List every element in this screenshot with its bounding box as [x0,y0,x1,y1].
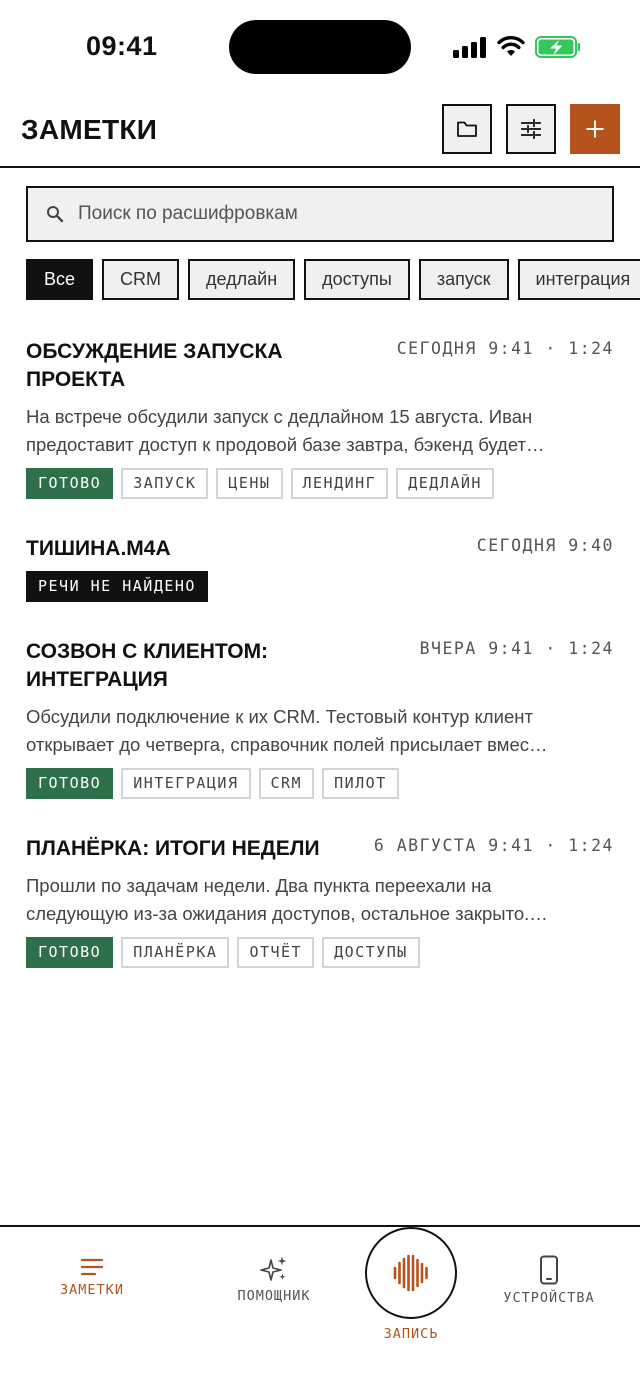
tab-devices[interactable]: УСТРОЙСТВА [498,1255,600,1306]
filter-chip-access[interactable]: доступы [304,259,410,300]
note-title: СОЗВОН С КЛИЕНТОМ: ИНТЕГРАЦИЯ [26,638,268,694]
note-title: ПЛАНЁРКА: ИТОГИ НЕДЕЛИ [26,835,320,863]
status-badge: РЕЧИ НЕ НАЙДЕНО [26,571,208,602]
tab-devices-label: УСТРОЙСТВА [503,1290,595,1306]
note-preview: На встрече обсудили запуск с дедлайном 1… [26,403,616,459]
filter-settings-button[interactable] [506,104,556,154]
tag: ЛЕНДИНГ [290,468,389,499]
tag: ПЛАНЁРКА [121,937,230,968]
tag: ДОСТУПЫ [322,937,420,968]
note-preview-line: Обсудили подключение к их CRM. Тестовый … [26,706,533,727]
tab-notes[interactable]: ЗАМЕТКИ [50,1257,134,1298]
note-preview-line: следующую из-за ожидания доступов, остал… [26,903,548,924]
folders-button[interactable] [442,104,492,154]
sparkles-icon [260,1256,287,1281]
folder-icon [457,121,477,137]
filter-chip-integration[interactable]: интеграция [517,259,640,300]
sliders-icon [521,119,541,139]
status-bar: 09:41 [0,0,640,92]
note-meta: 6 АВГУСТА 9:41 · 1:24 [373,836,614,855]
note-preview-line: Прошли по задачам недели. Два пункта пер… [26,875,492,896]
tag: ЦЕНЫ [216,468,283,499]
tab-assistant-label: ПОМОЩНИК [237,1288,311,1304]
plus-icon [586,120,604,138]
note-title-line: ИНТЕГРАЦИЯ [26,668,168,691]
dynamic-island [229,20,411,74]
search-input[interactable] [78,198,598,230]
note-card[interactable]: ТИШИНА.M4A СЕГОДНЯ 9:40 РЕЧИ НЕ НАЙДЕНО [26,535,614,605]
note-preview: Прошли по задачам недели. Два пункта пер… [26,872,616,928]
battery-charging-icon [535,36,580,58]
note-preview-line: На встрече обсудили запуск с дедлайном 1… [26,406,533,427]
record-button[interactable] [365,1227,457,1319]
note-preview: Обсудили подключение к их CRM. Тестовый … [26,703,616,759]
tab-assistant[interactable]: ПОМОЩНИК [228,1255,320,1304]
search-icon [47,206,64,223]
note-title-line: СОЗВОН С КЛИЕНТОМ: [26,640,269,663]
note-card[interactable]: СОЗВОН С КЛИЕНТОМ: ИНТЕГРАЦИЯ ВЧЕРА 9:41… [26,638,614,803]
tag: ДЕДЛАЙН [396,468,494,499]
note-title-line: ПРОЕКТА [26,368,126,391]
phone-icon [540,1255,558,1285]
status-badge: ГОТОВО [26,468,114,499]
status-time: 09:41 [86,31,158,61]
note-tags: ГОТОВО ИНТЕГРАЦИЯ CRM ПИЛОТ [26,768,407,799]
tag: CRM [258,768,315,799]
status-badge: ГОТОВО [26,937,114,968]
wifi-icon [497,35,525,56]
note-tags: ГОТОВО ЗАПУСК ЦЕНЫ ЛЕНДИНГ ДЕДЛАЙН [26,468,502,499]
search-bar [26,186,614,242]
note-title-line: ПЛАНЁРКА: ИТОГИ НЕДЕЛИ [26,837,320,860]
filter-chips: Все CRM дедлайн доступы запуск интеграция [26,259,640,301]
cellular-signal-icon [453,36,487,58]
note-tags: РЕЧИ НЕ НАЙДЕНО [26,571,216,602]
note-tags: ГОТОВО ПЛАНЁРКА ОТЧЁТ ДОСТУПЫ [26,937,428,968]
note-meta: СЕГОДНЯ 9:40 [476,536,614,555]
tab-notes-label: ЗАМЕТКИ [60,1282,124,1298]
note-meta: ВЧЕРА 9:41 · 1:24 [419,639,614,658]
tab-record-label: ЗАПИСЬ [383,1326,439,1342]
tab-bar: ЗАМЕТКИ ПОМОЩНИК УСТРОЙСТВА [0,1225,640,1391]
note-preview-line: предоставит доступ к продовой базе завтр… [26,434,545,455]
filter-chip-launch[interactable]: запуск [418,259,509,300]
note-title: ТИШИНА.M4A [26,535,171,563]
note-title-line: ТИШИНА.M4A [26,537,171,560]
tag: ОТЧЁТ [237,937,315,968]
tag: ПИЛОТ [322,768,399,799]
note-title-line: ОБСУЖДЕНИЕ ЗАПУСКА [26,340,283,363]
app-header: ЗАМЕТКИ [0,92,640,168]
tag: ЗАПУСК [121,468,209,499]
note-card[interactable]: ПЛАНЁРКА: ИТОГИ НЕДЕЛИ 6 АВГУСТА 9:41 · … [26,835,614,975]
tag: ИНТЕГРАЦИЯ [121,768,251,799]
note-card[interactable]: ОБСУЖДЕНИЕ ЗАПУСКА ПРОЕКТА СЕГОДНЯ 9:41 … [26,338,614,503]
filter-chip-crm[interactable]: CRM [102,259,180,300]
note-meta: СЕГОДНЯ 9:41 · 1:24 [396,339,614,358]
status-badge: ГОТОВО [26,768,114,799]
note-title: ОБСУЖДЕНИЕ ЗАПУСКА ПРОЕКТА [26,338,283,394]
waveform-icon [393,1254,428,1292]
add-note-button[interactable] [570,104,620,154]
filter-chip-deadline[interactable]: дедлайн [188,259,296,300]
page-title: ЗАМЕТКИ [21,114,158,145]
lines-icon [80,1258,104,1276]
note-preview-line: открывает до четверга, справочник полей … [26,734,548,755]
filter-chip-all[interactable]: Все [26,259,94,300]
